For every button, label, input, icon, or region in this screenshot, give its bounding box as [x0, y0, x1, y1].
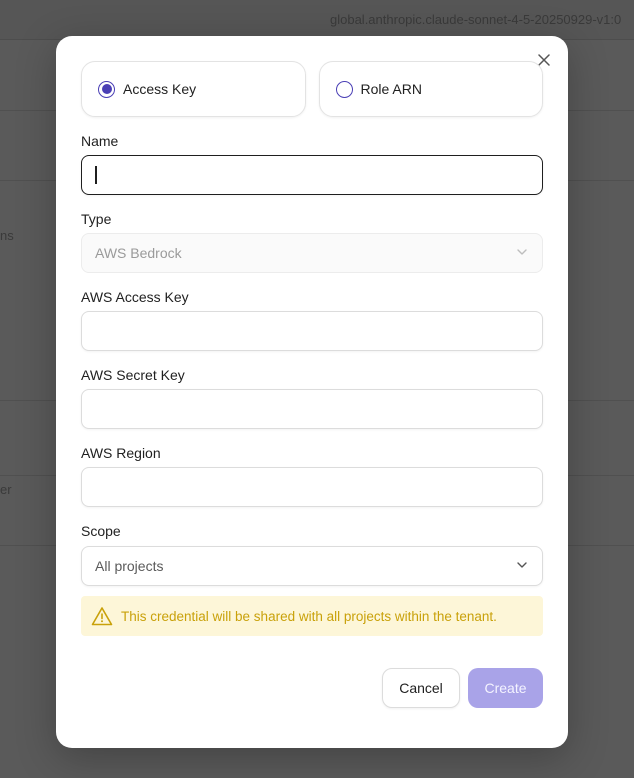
auth-option-role-arn[interactable]: Role ARN [318, 61, 543, 117]
scope-value: All projects [95, 558, 164, 574]
chevron-down-icon [517, 562, 527, 568]
warning-text: This credential will be shared with all … [121, 608, 497, 624]
secret-key-label: AWS Secret Key [81, 367, 185, 383]
chevron-down-icon [517, 249, 527, 255]
add-credential-dialog: Access Key Role ARN Name Type AWS Bedroc… [56, 36, 568, 748]
access-key-input[interactable] [81, 311, 543, 351]
access-key-label: AWS Access Key [81, 289, 189, 305]
name-label: Name [81, 133, 119, 149]
scope-warning-banner: This credential will be shared with all … [81, 596, 543, 636]
scope-label: Scope [81, 523, 121, 539]
text-caret [95, 166, 97, 184]
auth-option-label: Role ARN [360, 81, 422, 97]
region-label: AWS Region [81, 445, 161, 461]
radio-selected-icon[interactable] [98, 80, 115, 98]
background-text: ns [0, 228, 14, 243]
scope-select[interactable]: All projects [81, 546, 543, 586]
create-button[interactable]: Create [468, 668, 543, 708]
background-text: er [0, 482, 12, 497]
auth-option-access-key[interactable]: Access Key [81, 61, 306, 117]
background-model-id: global.anthropic.claude-sonnet-4-5-20250… [330, 12, 622, 27]
background-topbar: global.anthropic.claude-sonnet-4-5-20250… [0, 0, 634, 40]
warning-icon [91, 606, 113, 626]
name-input[interactable] [81, 155, 543, 195]
type-label: Type [81, 211, 112, 227]
cancel-button[interactable]: Cancel [382, 668, 460, 708]
auth-method-selector: Access Key Role ARN [81, 61, 543, 117]
secret-key-input[interactable] [81, 389, 543, 429]
region-input[interactable] [81, 467, 543, 507]
auth-option-label: Access Key [123, 81, 197, 97]
radio-unselected-icon[interactable] [335, 80, 353, 98]
type-select: AWS Bedrock [81, 233, 543, 273]
type-value: AWS Bedrock [95, 245, 182, 261]
